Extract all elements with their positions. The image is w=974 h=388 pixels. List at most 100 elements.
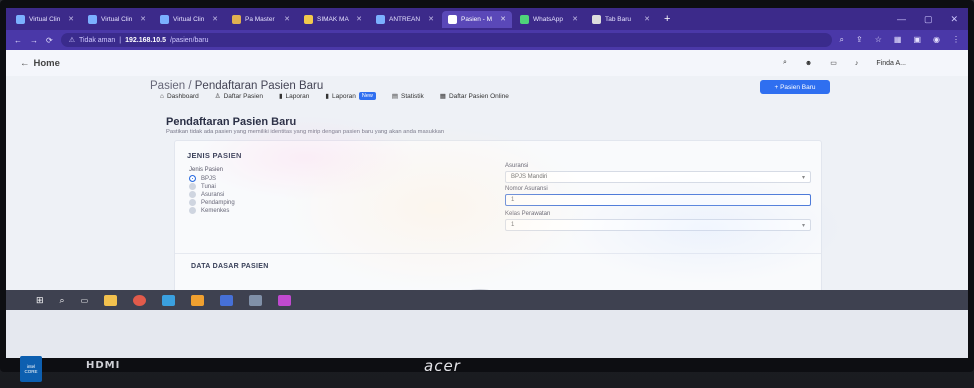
new-patient-button[interactable]: + Pasien Baru	[760, 80, 830, 94]
radio-icon	[189, 199, 196, 206]
monitor-bezel: Virtual Clin ✕ Virtual Clin ✕ Virtual Clin ✕ P…	[0, 0, 974, 382]
reload-icon[interactable]: ⟳	[46, 36, 53, 45]
arrow-left-icon: ←	[20, 57, 30, 69]
nav-tab-label: Laporan	[285, 92, 310, 100]
nav-tab[interactable]: ▤ Statistik	[391, 92, 424, 101]
nav-icon: ▤	[391, 93, 399, 100]
new-tab-icon[interactable]: +	[658, 13, 676, 25]
nav-tab[interactable]: ♙ Daftar Pasien	[215, 92, 263, 101]
tab-label: Pasien - M	[461, 15, 493, 23]
browser-tab[interactable]: WhatsApp ✕	[514, 11, 584, 28]
asuransi-select[interactable]: BPJS Mandiri ▾	[505, 171, 811, 183]
profile-icon[interactable]: ◉	[933, 35, 940, 45]
browser-tab[interactable]: Virtual Clin ✕	[82, 11, 152, 28]
search-icon[interactable]: ⌕	[783, 59, 787, 67]
zoom-icon[interactable]: ⌕	[840, 35, 844, 45]
nomor-asuransi-input[interactable]: 1	[505, 194, 811, 206]
nomor-asuransi-value: 1	[511, 197, 515, 203]
close-icon[interactable]: ✕	[212, 15, 218, 23]
jenis-radio-option[interactable]: Pendamping	[189, 199, 235, 206]
nav-icon: ⌂	[160, 92, 164, 100]
close-window-icon[interactable]: ✕	[950, 14, 958, 25]
app-icon[interactable]	[278, 294, 292, 306]
windows-start-icon[interactable]: ⊞	[36, 295, 44, 306]
browser-tab[interactable]: ANTREAN ✕	[370, 11, 440, 28]
task-view-icon[interactable]: ▭	[81, 296, 89, 305]
nav-tab-label: Daftar Pasien	[223, 92, 263, 100]
nav-tab-label: Daftar Pasien Online	[448, 92, 509, 100]
tab-label: Tab Baru	[605, 15, 632, 23]
breadcrumb: Pasien / Pendaftaran Pasien Baru	[150, 80, 324, 92]
app-icon[interactable]	[249, 294, 263, 306]
jenis-radio-option[interactable]: Asuransi	[189, 191, 235, 198]
close-icon[interactable]: ✕	[428, 15, 434, 23]
browser-tab[interactable]: Virtual Clin ✕	[10, 11, 80, 28]
jenis-radio-option[interactable]: Kemenkes	[189, 207, 235, 214]
close-icon[interactable]: ✕	[644, 15, 650, 23]
jenis-radio-option[interactable]: BPJS	[189, 175, 235, 182]
close-icon[interactable]: ✕	[140, 15, 146, 23]
tab-favicon-icon	[448, 14, 457, 24]
kelas-label: Kelas Perawatan	[505, 211, 551, 217]
nav-tab[interactable]: ⌂ Dashboard	[160, 92, 199, 100]
file-explorer-icon[interactable]	[104, 294, 118, 306]
page-subtitle: Pastikan tidak ada pasien yang memiliki …	[166, 129, 445, 135]
close-icon[interactable]: ✕	[572, 15, 578, 23]
tab-label: Virtual Clin	[173, 15, 205, 23]
hdmi-logo: HDMI	[86, 360, 121, 371]
browser-tab[interactable]: SIMAK MA ✕	[298, 11, 368, 28]
jenis-label: Jenis Pasien	[189, 167, 224, 173]
screen: Virtual Clin ✕ Virtual Clin ✕ Virtual Clin ✕ P…	[6, 8, 968, 358]
nav-icon: ▮	[278, 93, 283, 100]
radio-icon	[189, 207, 196, 214]
minimize-icon[interactable]: —	[897, 14, 906, 25]
tab-favicon-icon	[520, 14, 529, 24]
app-icon[interactable]	[191, 294, 205, 306]
close-icon[interactable]: ✕	[356, 15, 362, 23]
users-icon[interactable]: ☻	[805, 60, 812, 67]
bell-icon[interactable]: ♪	[855, 60, 859, 67]
nav-tab[interactable]: ▮ Laporan New	[325, 92, 376, 100]
tab-favicon-icon	[592, 14, 601, 24]
tab-label: Virtual Clin	[29, 15, 61, 23]
maximize-icon[interactable]: ▢	[924, 14, 933, 25]
close-icon[interactable]: ✕	[500, 15, 506, 23]
photo-scene: Virtual Clin ✕ Virtual Clin ✕ Virtual Clin ✕ P…	[0, 0, 974, 388]
sidebar-icon[interactable]: ▣	[913, 35, 921, 45]
nav-tab[interactable]: ▮ Laporan	[278, 92, 310, 101]
browser-tab[interactable]: Pasien - M ✕	[442, 10, 512, 28]
forward-icon[interactable]: →	[30, 36, 38, 45]
tab-favicon-icon	[88, 14, 97, 24]
kelas-select[interactable]: 1 ▾	[505, 219, 811, 231]
home-link[interactable]: ← Home	[20, 58, 60, 69]
screen-bottom	[6, 310, 968, 358]
chrome-icon[interactable]	[133, 294, 147, 306]
tab-favicon-icon	[160, 14, 169, 24]
radio-label: Kemenkes	[201, 207, 230, 214]
browser-tab[interactable]: Pa Master ✕	[226, 11, 296, 28]
close-icon[interactable]: ✕	[284, 15, 290, 23]
extensions-icon[interactable]: ▦	[894, 35, 902, 45]
search-icon[interactable]: ⌕	[60, 295, 65, 306]
nav-tab[interactable]: ▦ Daftar Pasien Online	[440, 92, 509, 101]
tab-favicon-icon	[16, 14, 25, 24]
header-actions: ⌕ ☻ ▭ ♪ Finda A...	[783, 59, 954, 67]
browser-tabbar: Virtual Clin ✕ Virtual Clin ✕ Virtual Clin ✕ P…	[6, 8, 968, 30]
browser-tab[interactable]: Tab Baru ✕	[586, 11, 656, 28]
user-menu[interactable]: Finda A...	[876, 60, 906, 67]
inbox-icon[interactable]: ▭	[830, 59, 837, 67]
menu-dots-icon[interactable]: ⋮	[952, 35, 960, 45]
breadcrumb-root[interactable]: Pasien	[150, 80, 185, 92]
share-icon[interactable]: ⇪	[856, 35, 863, 45]
back-icon[interactable]: ←	[14, 36, 22, 45]
browser-tab[interactable]: Virtual Clin ✕	[154, 11, 224, 28]
radio-icon	[189, 191, 196, 198]
address-bar: ← → ⟳ ⚠ Tidak aman | 192.168.10.5/pasien…	[6, 30, 968, 50]
bookmark-star-icon[interactable]: ☆	[875, 35, 882, 45]
close-icon[interactable]: ✕	[68, 15, 74, 23]
tab-favicon-icon	[304, 14, 313, 24]
app-icon[interactable]	[162, 294, 176, 306]
jenis-radio-option[interactable]: Tunai	[189, 183, 235, 190]
app-icon[interactable]	[220, 294, 234, 306]
url-field[interactable]: ⚠ Tidak aman | 192.168.10.5/pasien/baru	[60, 33, 832, 47]
